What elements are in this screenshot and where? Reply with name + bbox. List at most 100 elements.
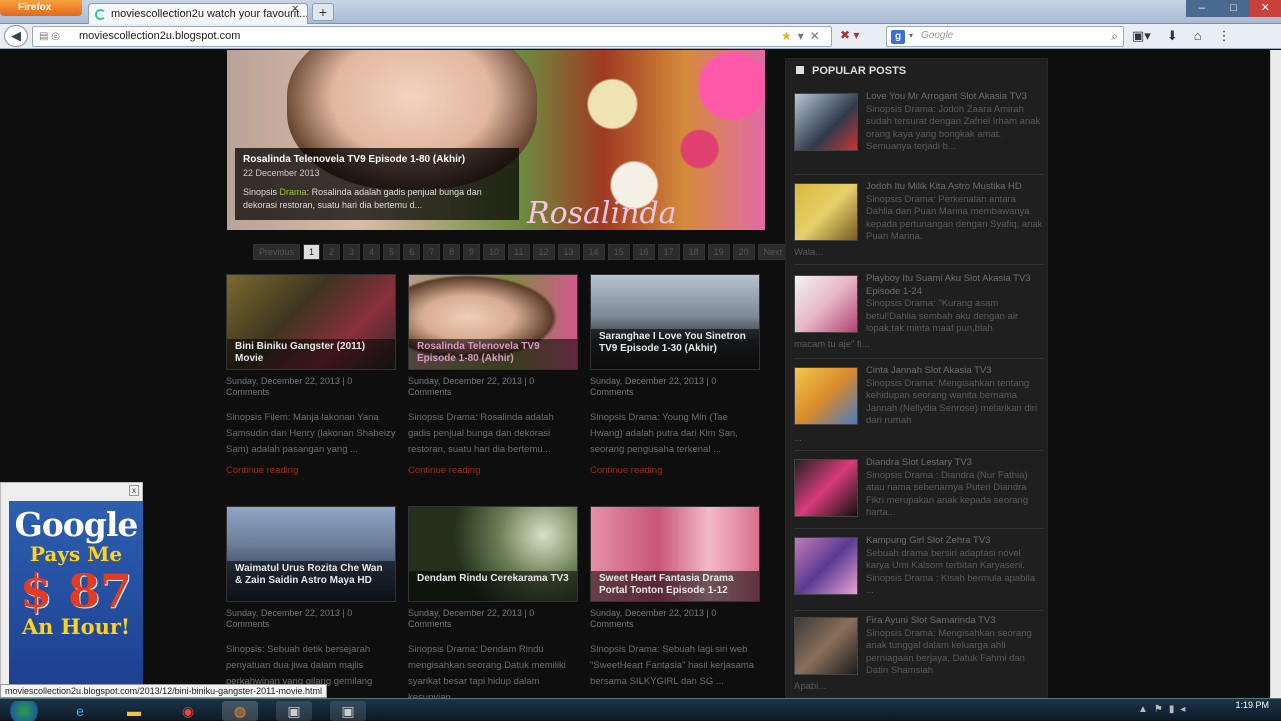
pager-page[interactable]: 13: [557, 244, 580, 260]
pager-page[interactable]: 14: [582, 244, 605, 260]
back-icon[interactable]: ◀: [4, 25, 28, 47]
tab-close-icon[interactable]: ✕: [291, 4, 299, 15]
popular-post-title[interactable]: Kampung Girl Slot Zehra TV3: [866, 535, 990, 546]
popular-post-thumbnail[interactable]: [794, 367, 858, 425]
pager-next[interactable]: Next: [757, 244, 789, 260]
pager-previous[interactable]: Previous: [253, 244, 301, 260]
popular-post-thumbnail[interactable]: [794, 183, 858, 241]
popular-post-snippet-tail: macam tu aje" fi...: [794, 339, 870, 350]
maximize-button[interactable]: □: [1217, 0, 1250, 17]
start-button-icon[interactable]: [6, 701, 42, 721]
pager-page[interactable]: 20: [732, 244, 755, 260]
continue-reading-link[interactable]: Continue reading: [590, 465, 760, 476]
popular-post-thumbnail[interactable]: [794, 93, 858, 151]
popular-post-thumbnail[interactable]: [794, 459, 858, 517]
firefox-menu-button[interactable]: Firefox: [0, 0, 82, 16]
popular-post-title[interactable]: Playboy Itu Suami Aku Slot Akasia TV3 Ep…: [866, 273, 1031, 297]
screenshot-icon[interactable]: ▣▾: [1132, 28, 1151, 44]
pager-page[interactable]: 3: [343, 244, 361, 260]
popular-post-thumbnail[interactable]: [794, 617, 858, 675]
ad-footer: An Hour!: [21, 614, 131, 639]
pager-page[interactable]: 6: [403, 244, 421, 260]
pager-page[interactable]: 9: [463, 244, 481, 260]
toolbar-icons: ▣▾ ⬇ ⌂ ⋮: [1132, 28, 1231, 44]
post-title[interactable]: Saranghae I Love You Sinetron TV9 Episod…: [591, 329, 759, 369]
post-title[interactable]: Rosalinda Telenovela TV9 Episode 1-80 (A…: [409, 339, 577, 369]
post-title[interactable]: Waimatul Urus Rozita Che Wan & Zain Said…: [227, 561, 395, 601]
continue-reading-link[interactable]: Continue reading: [408, 465, 578, 476]
search-icon[interactable]: ⌕: [1111, 29, 1118, 44]
pager-page[interactable]: 12: [532, 244, 555, 260]
post-thumbnail[interactable]: Sweet Heart Fantasia Drama Portal Tonton…: [590, 506, 760, 602]
bookmark-star-icon[interactable]: ★: [781, 29, 798, 43]
popular-post-title[interactable]: Love You Mr Arrogant Slot Akasia TV3: [866, 91, 1027, 102]
post-thumbnail[interactable]: Dendam Rindu Cerekarama TV3: [408, 506, 578, 602]
download-icon[interactable]: ⬇: [1167, 28, 1178, 44]
browser-tab[interactable]: moviescollection2u watch your favourit..…: [88, 3, 308, 24]
pager-page[interactable]: 1: [303, 244, 321, 260]
stop-icon[interactable]: ✕: [810, 29, 826, 43]
app-window-icon[interactable]: ▣: [330, 701, 366, 721]
floating-ad[interactable]: x Google Pays Me $ 87 An Hour!: [0, 482, 143, 692]
post-thumbnail[interactable]: Bini Biniku Gangster (2011) Movie: [226, 274, 396, 370]
url-text[interactable]: moviescollection2u.blogspot.com: [79, 30, 240, 42]
pager-page[interactable]: 11: [508, 244, 530, 260]
popular-post-thumbnail[interactable]: [794, 275, 858, 333]
pager-page[interactable]: 18: [682, 244, 705, 260]
pager-page[interactable]: 7: [423, 244, 441, 260]
post-title[interactable]: Dendam Rindu Cerekarama TV3: [409, 571, 577, 601]
site-identity-icon[interactable]: ▤ ◎: [39, 31, 60, 42]
pager-page[interactable]: 4: [363, 244, 381, 260]
ad-banner[interactable]: Google Pays Me $ 87 An Hour!: [9, 501, 143, 691]
popular-post-snippet: Sebuah drama bersiri adaptasi novel kary…: [866, 547, 1035, 597]
post-title[interactable]: Sweet Heart Fantasia Drama Portal Tonton…: [591, 571, 759, 601]
pager-page[interactable]: 15: [607, 244, 630, 260]
engine-dropdown-icon[interactable]: ▾: [909, 31, 913, 40]
featured-image-title: Rosalinda: [527, 196, 677, 230]
post-thumbnail[interactable]: Waimatul Urus Rozita Che Wan & Zain Said…: [226, 506, 396, 602]
page-scrollbar[interactable]: [1270, 50, 1281, 698]
app-window-icon[interactable]: ▣: [276, 701, 312, 721]
new-tab-button[interactable]: +: [312, 3, 334, 21]
popular-post-title[interactable]: Diandra Slot Lestary TV3: [866, 457, 972, 468]
menu-icon[interactable]: ⋮: [1218, 28, 1231, 44]
snippet-link[interactable]: Drama: [280, 187, 307, 197]
post-meta: Sunday, December 22, 2013 | 0 Comments: [408, 376, 535, 397]
firefox-icon[interactable]: ◍: [222, 701, 258, 721]
pager-page[interactable]: 2: [323, 244, 341, 260]
close-button[interactable]: ✕: [1249, 0, 1281, 17]
google-icon[interactable]: g: [891, 30, 905, 44]
pager-page[interactable]: 8: [443, 244, 461, 260]
pager-page[interactable]: 5: [383, 244, 401, 260]
chrome-icon[interactable]: ◉: [170, 701, 206, 721]
search-box[interactable]: g ▾ Google ⌕: [886, 26, 1124, 47]
ad-close-icon[interactable]: x: [129, 485, 139, 496]
addon-icon[interactable]: ✖ ▾: [840, 28, 859, 42]
pager-page[interactable]: 17: [657, 244, 680, 260]
home-icon[interactable]: ⌂: [1194, 28, 1202, 44]
post-snippet: Sinopsis Drama: Dendam Rindu mengisahkan…: [408, 644, 566, 698]
popular-post-snippet: Sinopsis Drama: Perkenalan antara Dahlia…: [866, 193, 1043, 243]
post-meta: Sunday, December 22, 2013 | 0 Comments: [590, 376, 717, 397]
internet-explorer-icon[interactable]: e: [62, 701, 98, 721]
featured-title[interactable]: Rosalinda Telenovela TV9 Episode 1-80 (A…: [243, 154, 511, 165]
minimize-button[interactable]: –: [1186, 0, 1218, 17]
taskbar-clock[interactable]: 1:19 PM: [1235, 701, 1269, 710]
dropdown-icon[interactable]: ▾: [798, 29, 810, 43]
popular-post-thumbnail[interactable]: [794, 537, 858, 595]
pager-page[interactable]: 19: [707, 244, 730, 260]
search-placeholder: Google: [921, 30, 954, 41]
post-title[interactable]: Bini Biniku Gangster (2011) Movie: [227, 339, 395, 369]
continue-reading-link[interactable]: Continue reading: [226, 465, 396, 476]
pager-page[interactable]: 10: [483, 244, 506, 260]
file-explorer-icon[interactable]: ▬: [116, 701, 152, 721]
pager-page[interactable]: 16: [632, 244, 655, 260]
address-bar[interactable]: ▤ ◎ moviescollection2u.blogspot.com ★▾✕: [32, 26, 832, 47]
popular-post-title[interactable]: Jodoh Itu Milik Kita Astro Mustika HD: [866, 181, 1022, 192]
post-thumbnail[interactable]: Rosalinda Telenovela TV9 Episode 1-80 (A…: [408, 274, 578, 370]
popular-post-title[interactable]: Cinta Jannah Slot Akasia TV3: [866, 365, 992, 376]
post-thumbnail[interactable]: Saranghae I Love You Sinetron TV9 Episod…: [590, 274, 760, 370]
featured-slider[interactable]: Rosalinda Rosalinda Telenovela TV9 Episo…: [227, 50, 765, 230]
system-tray-icons[interactable]: ▲⚑▮◂: [1138, 704, 1191, 715]
popular-post-title[interactable]: Fira Ayuni Slot Samarinda TV3: [866, 615, 996, 626]
